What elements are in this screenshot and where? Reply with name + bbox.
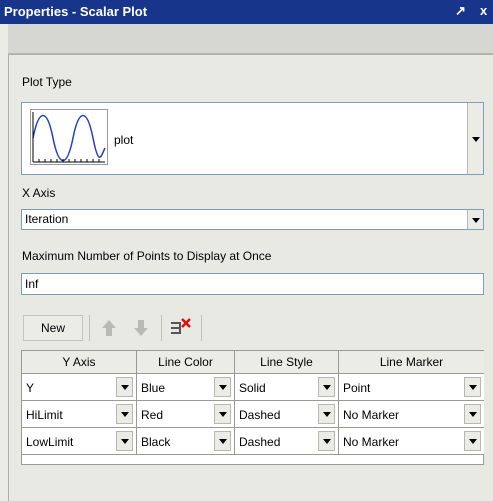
pin-icon[interactable]: ↗ <box>455 3 466 19</box>
rows-toolbar: New <box>21 307 221 345</box>
chevron-down-icon[interactable] <box>467 210 483 229</box>
cell-value: Point <box>343 381 371 395</box>
chevron-down-icon[interactable] <box>214 377 231 397</box>
cell-value: Solid <box>239 381 266 395</box>
cell-value: Red <box>141 408 164 422</box>
title-bar: Properties - Scalar Plot ↗ x <box>0 0 493 24</box>
cell-line-marker[interactable]: No Marker <box>339 428 484 455</box>
cell-line-marker[interactable]: Point <box>339 374 484 401</box>
chevron-down-icon[interactable] <box>464 431 481 451</box>
cell-value: HiLimit <box>26 408 63 422</box>
x-axis-dropdown[interactable]: Iteration <box>21 209 484 230</box>
column-header-line-style[interactable]: Line Style <box>235 351 339 374</box>
column-header-line-color[interactable]: Line Color <box>137 351 235 374</box>
cell-line-color[interactable]: Blue <box>137 374 235 401</box>
series-table: Y Axis Line Color Line Style Line Marker… <box>21 350 484 465</box>
max-points-label: Maximum Number of Points to Display at O… <box>22 249 272 263</box>
plot-type-dropdown[interactable]: plot <box>21 102 484 175</box>
cell-value: Blue <box>141 381 166 395</box>
cell-value: Dashed <box>239 408 281 422</box>
chevron-down-icon[interactable] <box>464 404 481 424</box>
cell-value: LowLimit <box>26 435 74 449</box>
cell-value: Black <box>141 435 171 449</box>
cell-value: No Marker <box>343 435 400 449</box>
chevron-down-icon[interactable] <box>214 431 231 451</box>
chevron-down-icon[interactable] <box>318 431 335 451</box>
cell-value: No Marker <box>343 408 400 422</box>
arrow-down-icon[interactable] <box>130 317 152 339</box>
x-axis-label: X Axis <box>22 186 56 200</box>
chevron-down-icon[interactable] <box>318 404 335 424</box>
plot-type-value: plot <box>114 133 134 147</box>
chevron-down-icon[interactable] <box>116 377 133 397</box>
column-header-line-marker[interactable]: Line Marker <box>339 351 484 374</box>
max-points-value: Inf <box>25 277 39 291</box>
chevron-down-icon[interactable] <box>318 377 335 397</box>
x-axis-value: Iteration <box>25 212 69 226</box>
cell-y-axis[interactable]: LowLimit <box>22 428 137 455</box>
cell-y-axis[interactable]: HiLimit <box>22 401 137 428</box>
close-icon[interactable]: x <box>480 3 487 18</box>
chevron-down-icon[interactable] <box>116 431 133 451</box>
chevron-down-icon[interactable] <box>467 103 483 174</box>
cell-line-marker[interactable]: No Marker <box>339 401 484 428</box>
cell-value: Dashed <box>239 435 281 449</box>
cell-line-color[interactable]: Black <box>137 428 235 455</box>
chevron-down-icon[interactable] <box>464 377 481 397</box>
cell-line-style[interactable]: Dashed <box>235 401 339 428</box>
max-points-input[interactable]: Inf <box>21 273 484 295</box>
toolbar-separator <box>201 315 202 341</box>
column-header-y-axis[interactable]: Y Axis <box>22 351 137 374</box>
sine-wave-plot-icon <box>30 109 108 165</box>
toolbar-separator <box>89 315 90 341</box>
cell-line-style[interactable]: Dashed <box>235 428 339 455</box>
toolstrip <box>8 24 493 54</box>
new-button[interactable]: New <box>23 315 83 341</box>
cell-line-color[interactable]: Red <box>137 401 235 428</box>
cell-line-style[interactable]: Solid <box>235 374 339 401</box>
window-title: Properties - Scalar Plot <box>4 4 148 19</box>
plot-type-label: Plot Type <box>22 75 72 89</box>
chevron-down-icon[interactable] <box>214 404 231 424</box>
arrow-up-icon[interactable] <box>98 317 120 339</box>
cell-y-axis[interactable]: Y <box>22 374 137 401</box>
cell-value: Y <box>26 381 35 395</box>
chevron-down-icon[interactable] <box>116 404 133 424</box>
toolbar-separator <box>161 315 162 341</box>
delete-column-icon[interactable] <box>169 317 191 339</box>
